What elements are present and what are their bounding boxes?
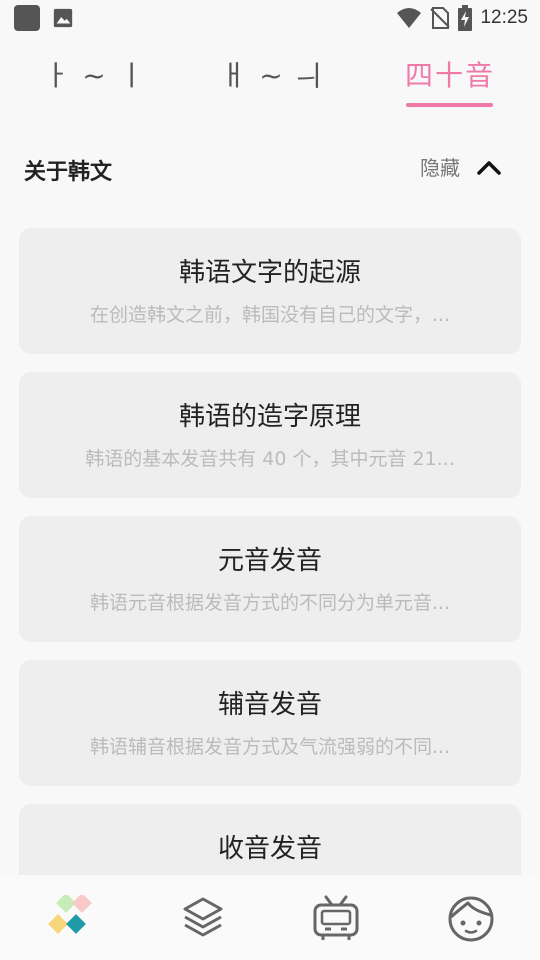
layers-icon[interactable] (178, 893, 228, 943)
section-title: 关于韩文 (24, 160, 113, 185)
tab-basic-vowels[interactable]: ㅏ ~ ㅣ (40, 44, 150, 104)
card-subtitle: 韩语的基本发音共有 40 个，其中元音 21... (85, 448, 455, 470)
card-title: 韩语的造字原理 (178, 402, 361, 432)
topic-card[interactable]: 收音发音 (19, 804, 521, 875)
image-notification-icon (53, 8, 73, 28)
status-bar: 12:25 (0, 0, 540, 36)
topic-card[interactable]: 辅音发音 韩语辅音根据发音方式及气流强弱的不同... (19, 660, 521, 786)
card-title: 韩语文字的起源 (178, 258, 361, 288)
profile-face-icon[interactable] (446, 893, 496, 943)
battery-charging-icon (458, 5, 473, 31)
card-title: 元音发音 (217, 546, 322, 576)
card-subtitle: 在创造韩文之前，韩国没有自己的文字，... (89, 304, 451, 326)
active-tab-indicator (406, 103, 493, 107)
topic-card[interactable]: 元音发音 韩语元音根据发音方式的不同分为单元音... (19, 516, 521, 642)
card-title: 辅音发音 (217, 690, 322, 720)
no-sim-icon (430, 7, 451, 29)
section-header: 关于韩文 隐藏 (0, 140, 540, 200)
topic-card[interactable]: 韩语的造字原理 韩语的基本发音共有 40 个，其中元音 21... (19, 372, 521, 498)
wifi-icon (397, 8, 422, 28)
vowel-tabs: ㅏ ~ ㅣ ㅐ ~ ㅢ 四十音 (0, 44, 540, 110)
chevron-up-icon (477, 160, 501, 175)
topic-card[interactable]: 韩语文字的起源 在创造韩文之前，韩国没有自己的文字，... (19, 228, 521, 354)
card-subtitle: 韩语辅音根据发音方式及气流强弱的不同... (89, 736, 451, 758)
bottom-navigation (0, 875, 540, 960)
home-grid-icon[interactable] (45, 895, 95, 945)
card-subtitle: 韩语元音根据发音方式的不同分为单元音... (89, 592, 451, 614)
status-time: 12:25 (480, 7, 528, 28)
tab-forty-sounds[interactable]: 四十音 (400, 44, 500, 104)
app-notification-icon (14, 5, 40, 31)
hide-label: 隐藏 (420, 156, 460, 180)
topic-card-list: 韩语文字的起源 在创造韩文之前，韩国没有自己的文字，... 韩语的造字原理 韩语… (19, 228, 521, 875)
tab-compound-vowels[interactable]: ㅐ ~ ㅢ (212, 44, 332, 104)
tv-icon[interactable] (311, 893, 361, 943)
card-title: 收音发音 (217, 834, 322, 864)
hide-section-button[interactable]: 隐藏 (420, 152, 502, 181)
